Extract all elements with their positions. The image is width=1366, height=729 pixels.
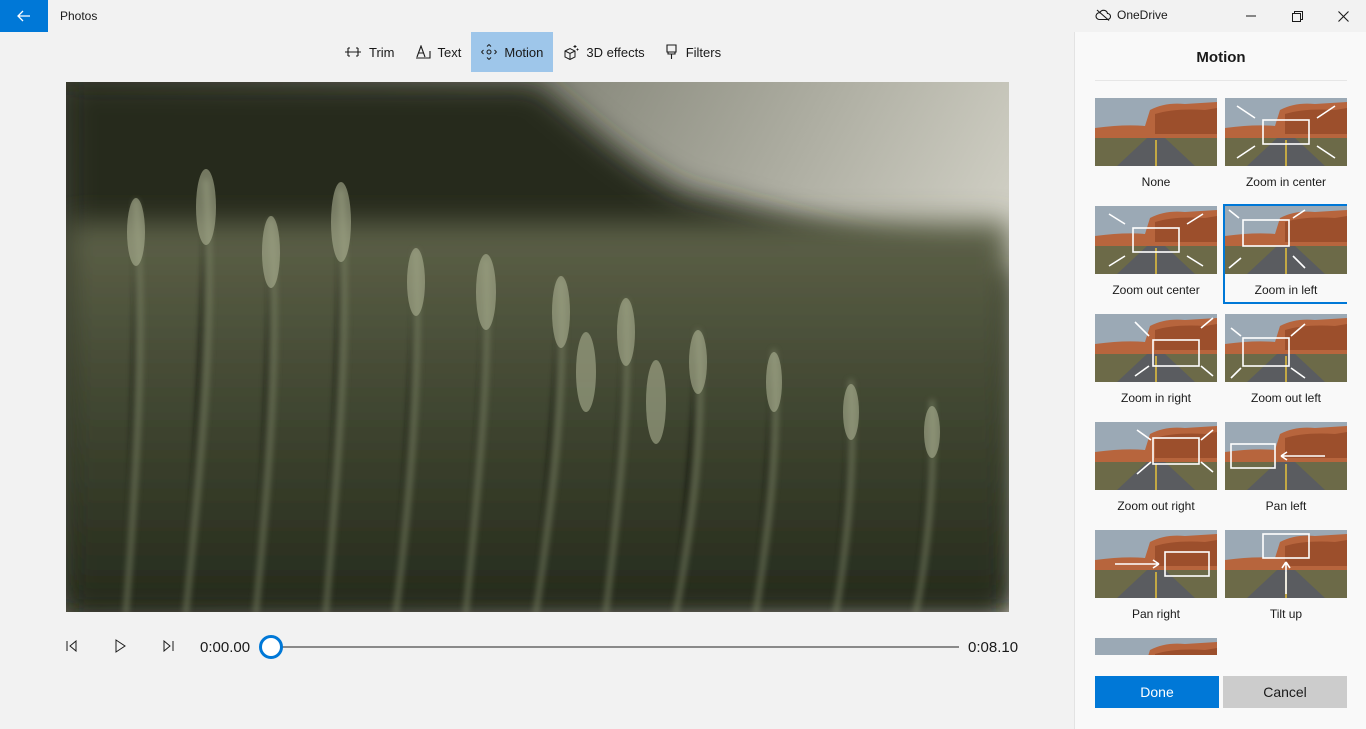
motion-preview-thumbnail bbox=[1095, 530, 1217, 598]
motion-icon bbox=[481, 44, 498, 60]
motion-preview-thumbnail bbox=[1095, 98, 1217, 166]
minimize-button[interactable] bbox=[1228, 0, 1274, 32]
seek-track[interactable] bbox=[270, 646, 959, 648]
motion-option[interactable]: Zoom out center bbox=[1095, 206, 1217, 302]
motion-option-label: Tilt up bbox=[1269, 607, 1303, 621]
trim-icon bbox=[345, 47, 361, 57]
motion-option[interactable]: Zoom out right bbox=[1095, 422, 1217, 518]
motion-option-label: Pan left bbox=[1265, 499, 1307, 513]
back-arrow-icon bbox=[17, 10, 30, 22]
previous-frame-button[interactable] bbox=[61, 636, 83, 656]
tool-motion[interactable]: Motion bbox=[471, 32, 554, 72]
tool-text-label: Text bbox=[437, 44, 462, 60]
motion-option[interactable]: Zoom in left bbox=[1223, 204, 1347, 304]
onedrive-label: OneDrive bbox=[1117, 8, 1168, 22]
seek-thumb[interactable] bbox=[259, 635, 283, 659]
wheat-field-image bbox=[66, 82, 1009, 612]
motion-option[interactable]: Tilt up bbox=[1225, 530, 1347, 626]
title-bar: Photos OneDrive bbox=[0, 0, 1366, 32]
panel-title: Motion bbox=[1196, 49, 1246, 66]
motion-preview-thumbnail bbox=[1095, 638, 1217, 655]
motion-option[interactable]: Pan right bbox=[1095, 530, 1217, 626]
restore-icon bbox=[1291, 10, 1303, 22]
motion-option[interactable]: Zoom out left bbox=[1225, 314, 1347, 410]
motion-option-label: Pan right bbox=[1131, 607, 1181, 621]
cancel-button[interactable]: Cancel bbox=[1223, 676, 1347, 708]
play-button[interactable] bbox=[109, 636, 131, 656]
text-icon bbox=[415, 45, 431, 59]
cloud-offline-icon bbox=[1095, 9, 1111, 21]
motion-option-label: Zoom out left bbox=[1250, 391, 1322, 405]
app-title: Photos bbox=[60, 9, 98, 23]
motion-preview-thumbnail bbox=[1225, 422, 1347, 490]
motion-option[interactable]: None bbox=[1095, 98, 1217, 194]
back-button[interactable] bbox=[0, 0, 48, 32]
motion-option-partial[interactable] bbox=[1095, 638, 1217, 655]
done-button[interactable]: Done bbox=[1095, 676, 1219, 708]
motion-option-label: Zoom in center bbox=[1245, 175, 1327, 189]
tool-3d-effects[interactable]: 3D effects bbox=[553, 32, 654, 72]
motion-option-label: Zoom in right bbox=[1120, 391, 1192, 405]
motion-panel: Motion None Zoom in center Zoom out center… bbox=[1074, 32, 1366, 729]
close-button[interactable] bbox=[1320, 0, 1366, 32]
motion-preview-thumbnail bbox=[1095, 422, 1217, 490]
close-icon bbox=[1337, 10, 1349, 22]
play-icon bbox=[115, 639, 126, 653]
tool-motion-label: Motion bbox=[504, 44, 544, 60]
tool-text[interactable]: Text bbox=[405, 32, 472, 72]
tool-filters-label: Filters bbox=[685, 44, 722, 60]
motion-option[interactable]: Zoom in right bbox=[1095, 314, 1217, 410]
next-frame-button[interactable] bbox=[157, 636, 179, 656]
previous-frame-icon bbox=[66, 640, 77, 652]
filters-icon bbox=[666, 44, 677, 59]
motion-preview-thumbnail bbox=[1225, 314, 1347, 382]
motion-option-label: Zoom in left bbox=[1254, 283, 1318, 297]
motion-preview-thumbnail bbox=[1225, 98, 1347, 166]
onedrive-status[interactable]: OneDrive bbox=[1095, 8, 1168, 22]
next-frame-icon bbox=[163, 640, 174, 652]
tool-trim[interactable]: Trim bbox=[334, 32, 405, 72]
video-preview[interactable] bbox=[66, 82, 1009, 612]
motion-option[interactable]: Zoom in center bbox=[1225, 98, 1347, 194]
motion-option-label: None bbox=[1141, 175, 1171, 189]
tool-filters[interactable]: Filters bbox=[655, 32, 731, 72]
motion-options-grid: None Zoom in center Zoom out center Zoom in… bbox=[1095, 98, 1347, 655]
edit-toolbar: Trim Text Motion 3D effects Filters bbox=[334, 32, 731, 72]
minimize-icon bbox=[1246, 15, 1256, 17]
tool-3d-effects-label: 3D effects bbox=[586, 44, 645, 60]
motion-option-label: Zoom out center bbox=[1112, 283, 1200, 297]
motion-preview-thumbnail bbox=[1225, 530, 1347, 598]
restore-button[interactable] bbox=[1274, 0, 1320, 32]
motion-option-label: Zoom out right bbox=[1117, 499, 1195, 513]
motion-option[interactable]: Pan left bbox=[1225, 422, 1347, 518]
motion-preview-thumbnail bbox=[1225, 206, 1347, 274]
motion-preview-thumbnail bbox=[1095, 314, 1217, 382]
tool-trim-label: Trim bbox=[369, 44, 395, 60]
panel-divider bbox=[1095, 80, 1347, 81]
total-time: 0:08.10 bbox=[968, 639, 1019, 656]
current-time: 0:00.00 bbox=[200, 639, 251, 656]
motion-preview-thumbnail bbox=[1095, 206, 1217, 274]
3d-effects-icon bbox=[564, 45, 579, 60]
